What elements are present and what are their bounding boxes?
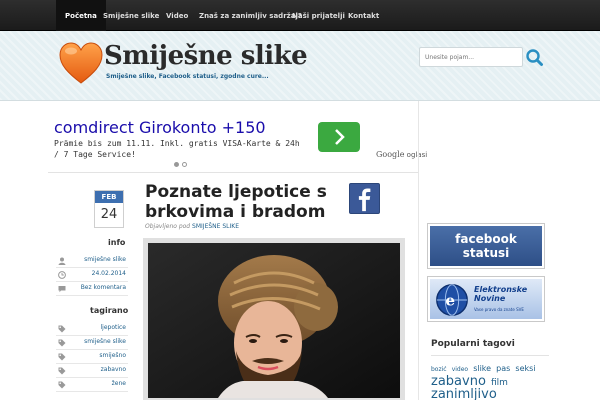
banner-line: facebook — [455, 232, 517, 246]
info-row-author: smiješne slike — [56, 254, 128, 268]
divider — [48, 172, 418, 173]
post-category[interactable]: SMIJEŠNE SLIKE — [192, 223, 239, 230]
date-month: FEB — [95, 191, 123, 203]
post-author[interactable]: smiješne slike — [84, 256, 126, 263]
banner-line: Novine — [474, 294, 506, 303]
tag-link[interactable]: žene — [112, 380, 126, 387]
tag-icon — [58, 381, 66, 389]
clock-icon — [58, 271, 66, 279]
tag-cloud: bozić video slike pas seksi zabavno film… — [431, 361, 549, 400]
carousel-dot[interactable] — [174, 162, 179, 167]
tag-icon — [58, 339, 66, 347]
bearded-woman-photo — [148, 243, 400, 398]
chevron-right-icon — [335, 129, 345, 145]
post-image-frame — [143, 238, 405, 400]
info-heading: info — [108, 238, 126, 247]
tag-cloud-item[interactable]: slike — [473, 364, 491, 373]
tag-icon — [58, 367, 66, 375]
tag-cloud-item[interactable]: seksi — [515, 364, 535, 373]
tag-row: zabavno — [56, 364, 128, 378]
site-title[interactable]: Smiješne slike — [104, 41, 308, 71]
tag-cloud-item[interactable]: bozić — [431, 366, 447, 373]
nav-item-kontakt[interactable]: Kontakt — [339, 0, 388, 31]
ad-banner[interactable]: comdirect Girokonto +150 Prämie bis zum … — [48, 110, 427, 167]
banner-subtitle: Vase pravo da znate SVE — [474, 307, 524, 312]
tag-row: žene — [56, 378, 128, 392]
tag-icon — [58, 325, 66, 333]
tags-heading: tagirano — [90, 306, 129, 315]
post-image[interactable] — [148, 243, 400, 398]
google-label: Google — [376, 150, 405, 159]
carousel-dot[interactable] — [182, 162, 187, 167]
post-byline: Objavljeno pod SMIJEŠNE SLIKE — [145, 223, 239, 230]
facebook-statusi-banner[interactable]: facebook statusi — [427, 223, 545, 269]
post-comments[interactable]: Bez komentara — [81, 284, 126, 291]
popular-tags-heading: Popularni tagovi — [431, 339, 515, 349]
banner-title: Elektronske Novine — [474, 285, 527, 303]
globe-icon: e — [436, 284, 468, 316]
info-row-comments: Bez komentara — [56, 282, 128, 296]
byline-prefix: Objavljeno pod — [145, 223, 191, 230]
tag-link[interactable]: zabavno — [101, 366, 126, 373]
tag-cloud-item[interactable]: video — [452, 366, 468, 373]
tag-cloud-item[interactable]: zanimljivo — [431, 387, 497, 400]
site-tagline: Smiješne slike, Facebook statusi, zgodne… — [106, 73, 269, 80]
tag-row: ljepotice — [56, 322, 128, 336]
ad-arrow-button[interactable] — [318, 122, 360, 152]
ad-title[interactable]: comdirect Girokonto +150 — [54, 118, 266, 137]
ad-carousel-dots — [174, 152, 190, 171]
date-day: 24 — [100, 207, 118, 222]
tag-row: smiješne slike — [56, 336, 128, 350]
tag-link[interactable]: smiješno — [99, 352, 126, 359]
sidebar-divider — [418, 101, 419, 400]
search-icon[interactable] — [524, 47, 544, 67]
user-icon — [58, 257, 66, 265]
tag-icon — [58, 353, 66, 361]
banner-line: Elektronske — [474, 285, 528, 294]
svg-text:e: e — [445, 292, 455, 310]
top-navigation: Početna Smiješne slike Video Znaš za zan… — [0, 0, 600, 31]
comment-icon — [58, 286, 66, 293]
facebook-icon — [358, 188, 371, 212]
site-header: Smiješne slike Smiješne slike, Facebook … — [0, 31, 600, 101]
heart-icon[interactable] — [58, 41, 104, 85]
tag-cloud-item[interactable]: pas — [496, 364, 510, 373]
facebook-statusi-banner-label: facebook statusi — [430, 226, 542, 266]
facebook-share-button[interactable] — [349, 183, 380, 214]
elektronske-novine-banner-inner: e Elektronske Novine Vase pravo da znate… — [430, 279, 542, 319]
ad-label: oglasi — [406, 151, 428, 159]
banner-line: statusi — [462, 246, 510, 260]
post-title[interactable]: Poznate ljepotice s brkovima i bradom — [145, 182, 345, 222]
ad-attribution: Google oglasi — [376, 150, 427, 159]
tag-link[interactable]: ljepotice — [100, 324, 126, 331]
info-row-date: 24.02.2014 — [56, 268, 128, 282]
post-date[interactable]: 24.02.2014 — [92, 270, 126, 277]
search-input[interactable] — [419, 47, 523, 67]
tag-row: smiješno — [56, 350, 128, 364]
elektronske-novine-banner[interactable]: e Elektronske Novine Vase pravo da znate… — [427, 276, 545, 322]
post-date-badge: FEB 24 — [94, 190, 124, 228]
tag-link[interactable]: smiješne slike — [84, 338, 126, 345]
